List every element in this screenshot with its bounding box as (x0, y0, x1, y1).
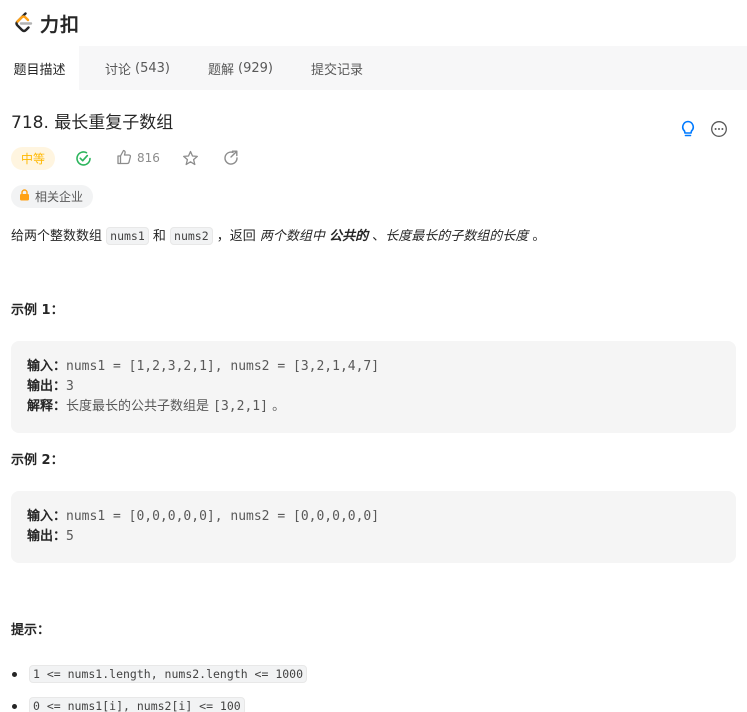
share-icon[interactable] (223, 150, 239, 166)
constraints-list: 1 <= nums1.length, nums2.length <= 1000 … (11, 658, 736, 712)
tab-label: 题目描述 (13, 62, 66, 78)
accepted-check-icon (75, 150, 92, 167)
related-companies-tag[interactable]: 相关企业 (11, 185, 94, 208)
tab-label: 提交记录 (310, 62, 363, 78)
example-output-line: 输出：3 (27, 379, 74, 394)
tab-label: 讨论 (105, 62, 132, 78)
example-1-box: 输入：nums1 = [1,2,3,2,1], nums2 = [3,2,1,4… (11, 341, 736, 433)
list-item: 1 <= nums1.length, nums2.length <= 1000 (11, 658, 736, 690)
difficulty-badge: 中等 (11, 146, 56, 170)
logo-text: 力扣 (40, 13, 81, 36)
tab-count: (929) (238, 60, 273, 76)
lock-icon (19, 189, 30, 204)
constraints-title: 提示： (11, 623, 51, 638)
inline-code: nums2 (170, 227, 213, 245)
tab-discussion[interactable]: 讨论 (543) (93, 46, 182, 90)
tab-count: (543) (135, 60, 170, 76)
lightbulb-icon[interactable] (680, 120, 696, 142)
constraint-code: 0 <= nums1[i], nums2[i] <= 100 (29, 697, 245, 712)
thumbs-up-icon (116, 149, 132, 168)
more-icon[interactable] (710, 120, 728, 142)
top-bar: 力扣 (0, 0, 747, 46)
inline-code: nums1 (106, 227, 149, 245)
tab-label: 题解 (207, 62, 234, 78)
example-input-line: 输入：nums1 = [0,0,0,0,0], nums2 = [0,0,0,0… (27, 509, 380, 524)
star-icon[interactable] (182, 150, 199, 167)
tab-solutions[interactable]: 题解 (929) (196, 46, 285, 90)
leetcode-logo-icon (14, 12, 34, 34)
tab-description[interactable]: 题目描述 (0, 46, 79, 90)
example-output-line: 输出：5 (27, 529, 74, 544)
problem-content: 718. 最长重复子数组 中等 816 相关企业 给两个整数数组 nums1 和… (0, 100, 747, 712)
example-explain-line: 解释：长度最长的公共子数组是 [3,2,1] 。 (27, 399, 286, 414)
constraint-code: 1 <= nums1.length, nums2.length <= 1000 (29, 665, 308, 683)
list-item: 0 <= nums1[i], nums2[i] <= 100 (11, 690, 736, 712)
example-1-title: 示例 1： (11, 303, 64, 318)
like-count: 816 (137, 151, 160, 165)
company-tag-label: 相关企业 (35, 190, 84, 204)
example-2-box: 输入：nums1 = [0,0,0,0,0], nums2 = [0,0,0,0… (11, 491, 736, 563)
tab-submissions[interactable]: 提交记录 (299, 46, 375, 90)
logo[interactable]: 力扣 (14, 10, 80, 37)
problem-title: 718. 最长重复子数组 (11, 112, 174, 133)
like-button[interactable]: 816 (116, 149, 160, 168)
example-input-line: 输入：nums1 = [1,2,3,2,1], nums2 = [3,2,1,4… (27, 359, 380, 374)
tab-bar: 题目描述 讨论 (543) 题解 (929) 提交记录 (0, 46, 747, 90)
example-2-title: 示例 2： (11, 453, 64, 468)
problem-description: 给两个整数数组 nums1 和 nums2 ，返回 两个数组中 公共的 、长度最… (11, 227, 546, 245)
